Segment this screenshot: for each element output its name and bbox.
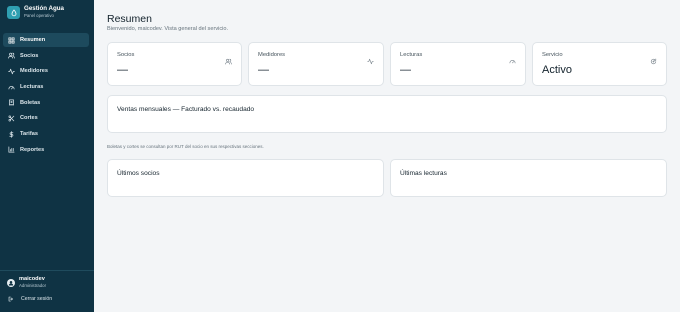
bar-chart-icon xyxy=(8,146,15,153)
sidebar-item-boletas[interactable]: Boletas xyxy=(3,96,89,110)
stat-label: Servicio xyxy=(542,52,563,58)
sidebar-item-label: Resumen xyxy=(20,37,46,43)
sidebar-item-lecturas[interactable]: Lecturas xyxy=(3,80,89,94)
sidebar-item-label: Tarifas xyxy=(20,131,38,138)
pulse-icon xyxy=(8,68,15,75)
logout-label: Cerrar sesión xyxy=(21,296,53,302)
sidebar-item-cortes[interactable]: Cortes xyxy=(3,111,89,125)
sidebar-item-label: Socios xyxy=(20,52,39,59)
stat-value: — xyxy=(258,64,269,76)
sidebar-item-label: Lecturas xyxy=(20,84,44,91)
stat-label: Lecturas xyxy=(400,52,423,58)
gauge-icon xyxy=(8,84,15,91)
recent-socios-title: Últimos socios xyxy=(117,170,160,177)
brand-title: Gestión Agua xyxy=(24,5,64,13)
stat-value: Activo xyxy=(542,64,572,76)
logout-button[interactable]: Cerrar sesión xyxy=(8,296,52,302)
sales-chart-panel: Ventas mensuales — Facturado vs. recauda… xyxy=(107,95,667,133)
info-note: Boletas y cortes se consultan por RUT de… xyxy=(107,144,264,149)
page-subtitle: Bienvenido, maicodev. Vista general del … xyxy=(107,26,229,32)
user-name: maicodev xyxy=(19,276,45,282)
sidebar-item-label: Reportes xyxy=(20,146,45,153)
users-icon xyxy=(225,52,232,65)
sidebar-item-label: Cortes xyxy=(20,115,38,122)
chart-panel-title: Ventas mensuales — Facturado vs. recauda… xyxy=(117,106,255,113)
gauge-icon xyxy=(509,52,516,64)
stat-label: Socios xyxy=(117,52,135,58)
sidebar-item-reportes[interactable]: Reportes xyxy=(3,143,89,157)
stat-card-socios: Socios — xyxy=(107,42,242,86)
stat-card-medidores: Medidores — xyxy=(248,42,384,86)
main-content: Resumen Bienvenido, maicodev. Vista gene… xyxy=(94,0,680,312)
sidebar-item-label: Medidores xyxy=(20,68,48,75)
sidebar-item-socios[interactable]: Socios xyxy=(3,49,89,63)
scissors-icon xyxy=(8,115,15,122)
stat-value: — xyxy=(400,64,411,76)
stat-label: Medidores xyxy=(258,52,286,58)
receipt-icon xyxy=(8,99,15,106)
recent-lecturas-title: Últimas lecturas xyxy=(400,170,447,177)
recent-socios-panel: Últimos socios xyxy=(107,159,384,197)
logout-icon xyxy=(8,296,13,302)
sidebar: Gestión Agua Panel operativo Resumen Soc… xyxy=(0,0,94,312)
stat-card-lecturas: Lecturas — xyxy=(390,42,526,86)
refresh-icon xyxy=(650,52,657,65)
brand: Gestión Agua Panel operativo xyxy=(7,6,64,19)
sidebar-divider xyxy=(0,270,94,271)
avatar xyxy=(7,278,15,287)
user-profile[interactable]: maicodev Administrador xyxy=(7,276,47,289)
user-role: Administrador xyxy=(19,283,47,289)
dashboard-icon xyxy=(8,37,15,44)
users-icon xyxy=(8,52,15,59)
sidebar-nav: Resumen Socios Medidores Lecturas Boleta… xyxy=(3,33,89,159)
water-drop-icon xyxy=(7,6,20,19)
sidebar-item-tarifas[interactable]: Tarifas xyxy=(3,127,89,141)
page-title: Resumen xyxy=(107,13,152,25)
stat-value: — xyxy=(117,64,128,76)
stat-card-servicio: Servicio Activo xyxy=(532,42,667,86)
brand-subtitle: Panel operativo xyxy=(24,13,54,19)
sidebar-item-medidores[interactable]: Medidores xyxy=(3,64,89,78)
dollar-icon xyxy=(8,130,15,138)
recent-lecturas-panel: Últimas lecturas xyxy=(390,159,667,197)
sidebar-item-label: Boletas xyxy=(20,99,41,106)
pulse-icon xyxy=(367,52,374,65)
sidebar-item-resumen[interactable]: Resumen xyxy=(3,33,89,47)
